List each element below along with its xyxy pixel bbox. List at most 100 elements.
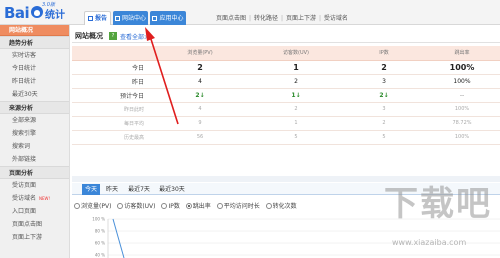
page-title: 网站概况 xyxy=(75,32,103,40)
header-pv[interactable]: 浏览量(PV) xyxy=(152,46,248,61)
tab-app-center[interactable]: 应用中心 xyxy=(150,11,186,25)
range-tab-7days[interactable]: 最近7天 xyxy=(124,184,154,195)
sidebar-item-visited-domains[interactable]: 受访域名 NEW! xyxy=(0,192,69,205)
header-uv[interactable]: 访客数(UV) xyxy=(248,46,344,61)
sidebar-group-trend[interactable]: 趋势分析 xyxy=(0,36,69,49)
cell-value: 100% xyxy=(424,130,500,145)
cell-value: 78.72% xyxy=(424,116,500,131)
sidebar-item-all-sources[interactable]: 全部来源 xyxy=(0,114,69,127)
table-row: 昨日 4 2 3 100% xyxy=(72,74,500,89)
radio-icon xyxy=(161,203,168,209)
cell-value: 2 xyxy=(152,60,248,75)
link-conversion-path[interactable]: 转化路径 xyxy=(254,15,278,22)
header-bounce[interactable]: 跳出率 xyxy=(424,46,500,61)
metric-selector: 浏览量(PV) 访客数(UV) IP数 跳出率 平均访问时长 转化次数 xyxy=(74,201,301,210)
row-label: 今日 xyxy=(72,60,152,75)
sidebar-item-click-map[interactable]: 页面点击图 xyxy=(0,218,69,231)
sidebar-item-search-terms[interactable]: 搜索词 xyxy=(0,140,69,153)
metric-option-uv[interactable]: 访客数(UV) xyxy=(117,203,156,210)
tab-report[interactable]: 报告 xyxy=(84,11,111,25)
cell-value: 100% xyxy=(424,74,500,89)
radio-icon xyxy=(265,203,272,209)
link-page-click-map[interactable]: 页面点击图 xyxy=(216,15,246,22)
product-name: 统计 xyxy=(45,10,65,21)
cell-value-pred: 1↓ xyxy=(248,88,344,103)
sidebar-item-visited-pages[interactable]: 受访页面 xyxy=(0,179,69,192)
sidebar-group-source[interactable]: 来源分析 xyxy=(0,101,69,114)
range-tab-today[interactable]: 今天 xyxy=(82,184,100,195)
watermark-text: 下载吧 xyxy=(384,184,492,224)
watermark: 下载吧 www.xiazaiba.com xyxy=(380,170,500,258)
sidebar-item-page-flow[interactable]: 页面上下游 xyxy=(0,231,69,244)
row-label: 历史最高 xyxy=(72,130,152,145)
metric-label: 跳出率 xyxy=(192,203,211,210)
metric-option-ip[interactable]: IP数 xyxy=(161,203,180,210)
radio-icon xyxy=(74,203,80,209)
sidebar-item-overview[interactable]: 网站概况 xyxy=(0,25,69,36)
watermark-url: www.xiazaiba.com xyxy=(392,238,467,247)
link-visited-domains[interactable]: 受访域名 xyxy=(324,15,348,22)
metric-option-avg-duration[interactable]: 平均访问时长 xyxy=(216,203,260,210)
tab-site-center[interactable]: 网站中心 xyxy=(113,11,148,25)
range-tab-30days[interactable]: 最近30天 xyxy=(156,184,188,195)
metric-option-bounce[interactable]: 跳出率 xyxy=(185,203,211,210)
cell-value: -- xyxy=(424,88,500,103)
cell-value-pred: 2↓ xyxy=(344,88,424,103)
sidebar-item-entry-pages[interactable]: 入口页面 xyxy=(0,205,69,218)
row-label: 预计今日 xyxy=(72,88,152,103)
tab-report-label: 报告 xyxy=(94,15,107,22)
table-row: 历史最高 56 5 5 100% xyxy=(72,130,500,145)
sidebar: 网站概况 趋势分析 实时访客 今日统计 昨日统计 最近30天 来源分析 全部来源… xyxy=(0,25,70,258)
cell-value: 56 xyxy=(152,130,248,145)
sidebar-item-today[interactable]: 今日统计 xyxy=(0,62,69,75)
site-icon xyxy=(114,16,120,21)
y-tick-label: 60 % xyxy=(95,241,105,246)
metric-label: 浏览量(PV) xyxy=(81,203,112,210)
sidebar-item-realtime[interactable]: 实时访客 xyxy=(0,49,69,62)
metric-label: 访客数(UV) xyxy=(124,203,156,210)
cell-value: 100% xyxy=(424,60,500,75)
cell-value: 5 xyxy=(344,130,424,145)
baidu-tongji-logo[interactable]: Bai 3.0版 统计 xyxy=(2,2,68,24)
table-row: 昨日此时 4 2 3 100% xyxy=(72,102,500,117)
tab-site-center-label: 网站中心 xyxy=(121,15,146,22)
logo-text: Bai xyxy=(4,4,30,22)
sidebar-item-yesterday[interactable]: 昨日统计 xyxy=(0,75,69,88)
sidebar-item-external-links[interactable]: 外部链接 xyxy=(0,153,69,166)
header-blank xyxy=(72,46,152,61)
range-tab-yesterday[interactable]: 昨天 xyxy=(103,184,121,195)
view-all-link[interactable]: 查看全部>> xyxy=(120,32,154,41)
sidebar-item-last30[interactable]: 最近30天 xyxy=(0,88,69,101)
sidebar-item-visited-domains-label: 受访域名 xyxy=(12,195,37,202)
new-badge: NEW! xyxy=(39,196,51,201)
tab-app-center-label: 应用中心 xyxy=(159,15,184,22)
table-header-row: 浏览量(PV) 访客数(UV) IP数 跳出率 xyxy=(72,46,500,61)
top-links: 页面点击图 | 转化路径 | 页面上下游 | 受访域名 xyxy=(216,15,348,22)
metric-label: 平均访问时长 xyxy=(223,203,260,210)
cell-value-pred: 2↓ xyxy=(152,88,248,103)
metric-option-conversions[interactable]: 转化次数 xyxy=(265,203,297,210)
cell-value: 1 xyxy=(248,116,344,131)
y-tick-label: 80 % xyxy=(95,229,105,234)
cell-value: 4 xyxy=(152,74,248,89)
sidebar-item-search-engines[interactable]: 搜索引擎 xyxy=(0,127,69,140)
radio-icon xyxy=(117,203,124,209)
arrow-down-icon: ↓ xyxy=(383,91,389,99)
metric-label: 转化次数 xyxy=(272,203,297,210)
stats-table: 浏览量(PV) 访客数(UV) IP数 跳出率 今日 2 1 2 100% 昨日… xyxy=(72,46,500,145)
cell-value: 2 xyxy=(248,74,344,89)
help-icon[interactable]: ? xyxy=(109,32,117,40)
title-bar: 网站概况 ? 查看全部>> xyxy=(72,28,500,43)
sidebar-group-pages[interactable]: 页面分析 xyxy=(0,166,69,179)
cell-value: 5 xyxy=(248,130,344,145)
radio-icon xyxy=(216,203,223,209)
cell-value: 2 xyxy=(248,102,344,117)
arrow-down-icon: ↓ xyxy=(199,91,205,99)
metric-option-pv[interactable]: 浏览量(PV) xyxy=(74,203,111,210)
link-page-flow[interactable]: 页面上下游 xyxy=(286,15,316,22)
cell-value: 3 xyxy=(344,74,424,89)
series-line xyxy=(112,218,125,258)
header-ip[interactable]: IP数 xyxy=(344,46,424,61)
cell-value: 4 xyxy=(152,102,248,117)
row-label: 昨日 xyxy=(72,74,152,89)
